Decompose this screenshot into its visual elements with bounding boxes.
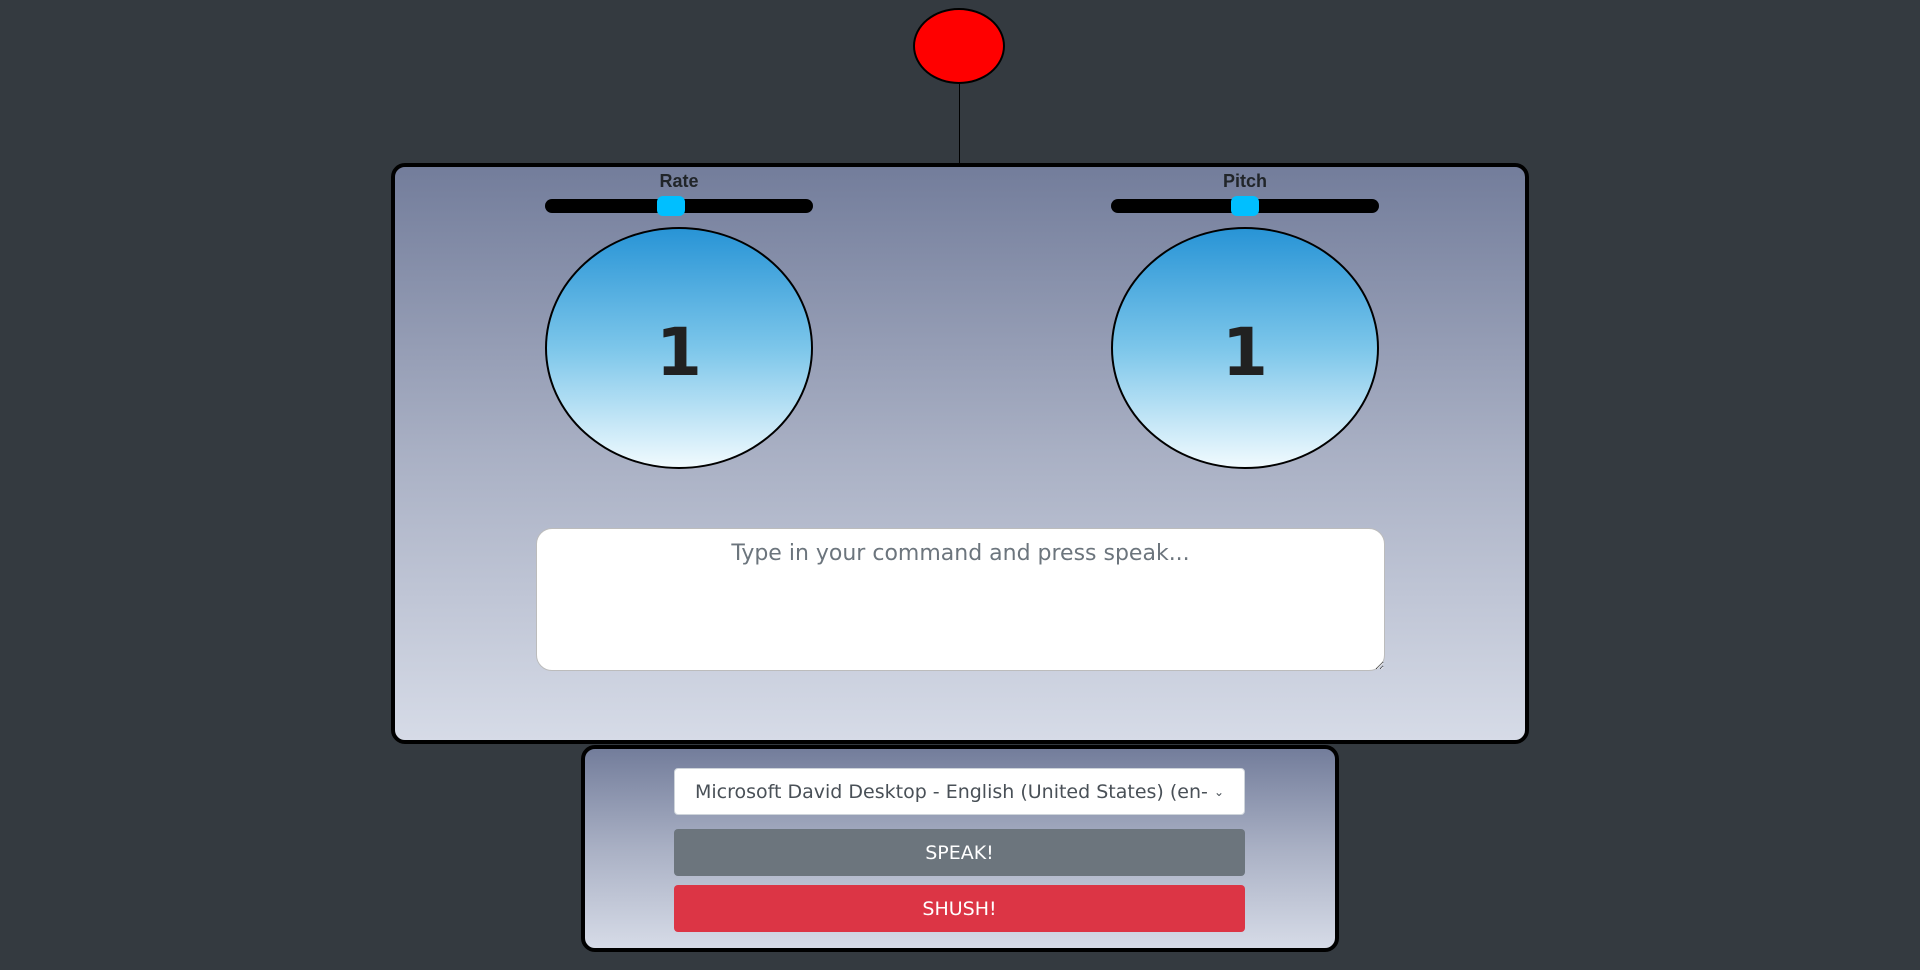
antenna-wire: [959, 84, 960, 164]
pitch-slider-thumb[interactable]: [1231, 196, 1259, 216]
pitch-slider[interactable]: [1111, 196, 1379, 216]
voice-select[interactable]: Microsoft David Desktop - English (Unite…: [674, 768, 1245, 815]
rate-eye: 1: [545, 227, 813, 469]
pitch-value: 1: [1222, 313, 1268, 391]
pitch-label: Pitch: [1222, 171, 1267, 191]
speak-button[interactable]: SPEAK!: [674, 829, 1245, 876]
pitch-eye: 1: [1111, 227, 1379, 469]
rate-slider-thumb[interactable]: [656, 196, 685, 216]
command-input[interactable]: [536, 528, 1385, 671]
chevron-down-icon: ⌄: [1213, 784, 1224, 799]
robot-app: Rate 1 Pitch 1 Microsoft David Desktop -…: [0, 0, 1920, 970]
antenna-light: [913, 8, 1005, 84]
robot-head: Rate 1 Pitch 1: [391, 163, 1529, 744]
robot-mouth: Microsoft David Desktop - English (Unite…: [581, 745, 1339, 952]
rate-slider[interactable]: [545, 196, 813, 216]
rate-control: Rate 1: [544, 167, 814, 469]
rate-label: Rate: [659, 171, 699, 191]
shush-button[interactable]: SHUSH!: [674, 885, 1245, 932]
voice-select-value: Microsoft David Desktop - English (Unite…: [695, 780, 1208, 803]
pitch-control: Pitch 1: [1110, 167, 1380, 469]
rate-value: 1: [656, 313, 702, 391]
